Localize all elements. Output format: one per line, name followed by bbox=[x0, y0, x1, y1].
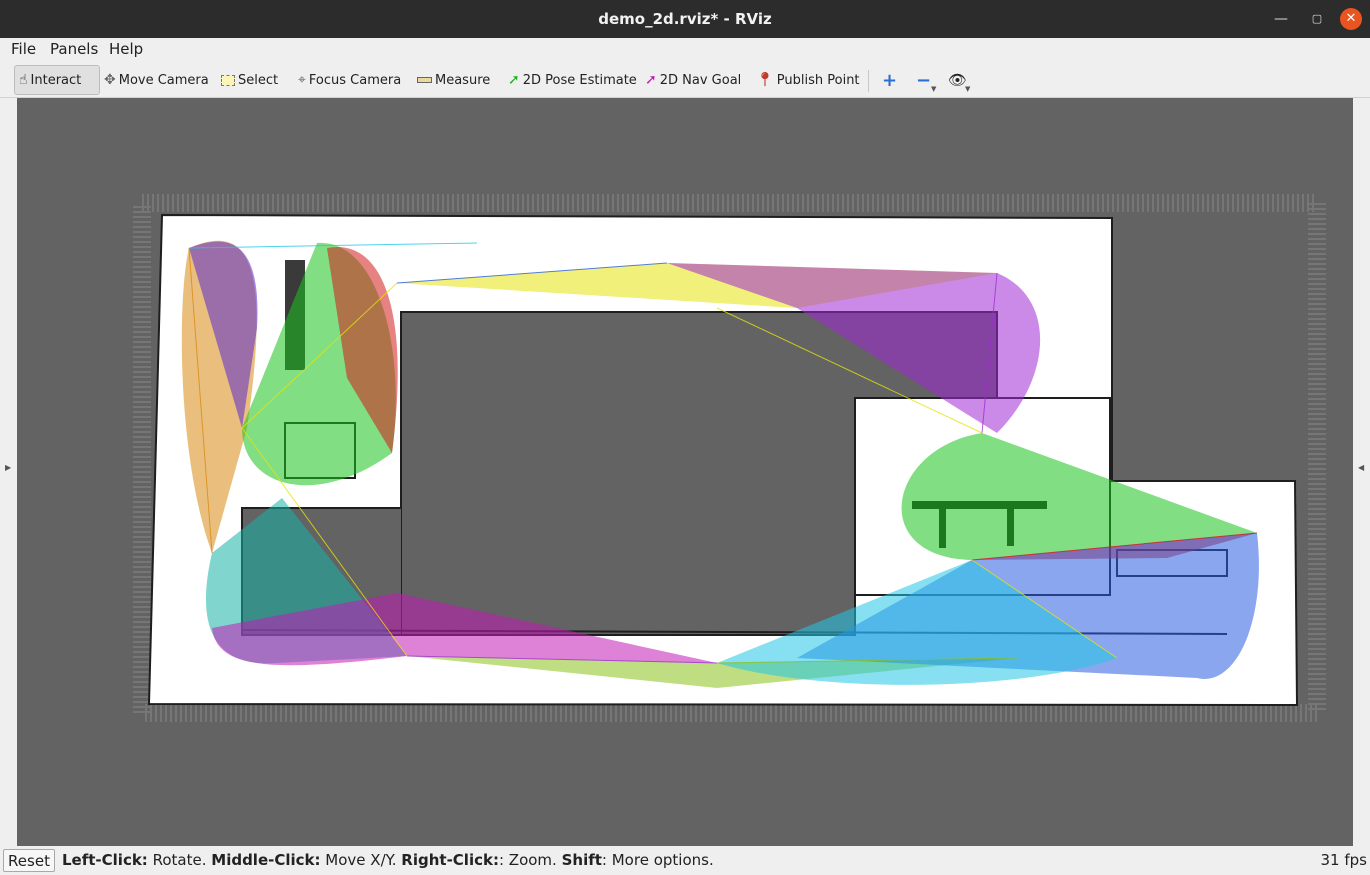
left-click-label: Left-Click: bbox=[62, 851, 148, 869]
magenta-arrow-icon: ➚ bbox=[645, 72, 657, 88]
add-icon: + bbox=[882, 69, 898, 91]
right-click-label: Right-Click: bbox=[401, 851, 499, 869]
focus-camera-tool-button[interactable]: ⌖ Focus Camera bbox=[294, 65, 405, 95]
select-label: Select bbox=[238, 72, 279, 88]
menu-bar: File Panels Help bbox=[0, 38, 1370, 62]
toolbar-separator bbox=[868, 70, 869, 92]
green-arrow-icon: ➚ bbox=[508, 72, 520, 88]
publish-point-tool-button[interactable]: 📍︎ Publish Point bbox=[752, 65, 864, 95]
maximize-button[interactable]: ▢ bbox=[1306, 8, 1328, 30]
right-click-text: : Zoom. bbox=[498, 851, 557, 869]
menu-panels[interactable]: Panels bbox=[50, 40, 98, 58]
left-dock-handle[interactable]: ▶ bbox=[0, 98, 17, 846]
pose-estimate-tool-button[interactable]: ➚ 2D Pose Estimate bbox=[504, 65, 641, 95]
status-hint: Left-Click: Rotate. Middle-Click: Move X… bbox=[62, 851, 714, 869]
red-pin-icon: 📍︎ bbox=[756, 72, 774, 88]
interact-tool-button[interactable]: ☝ Interact bbox=[14, 65, 100, 95]
measure-ruler-icon bbox=[417, 77, 432, 83]
move-camera-tool-button[interactable]: ✥ Move Camera bbox=[100, 65, 213, 95]
select-rect-icon bbox=[221, 74, 235, 86]
menu-help[interactable]: Help bbox=[109, 40, 143, 58]
focus-camera-icon: ⌖ bbox=[298, 72, 306, 88]
pose-estimate-label: 2D Pose Estimate bbox=[522, 72, 637, 88]
rviz-window: demo_2d.rviz* - RViz — ▢ ✕ File Panels H… bbox=[0, 0, 1370, 875]
shift-text: : More options. bbox=[601, 851, 714, 869]
nav-goal-tool-button[interactable]: ➚ 2D Nav Goal bbox=[641, 65, 745, 95]
move-camera-icon: ✥ bbox=[104, 72, 116, 88]
menu-file[interactable]: File bbox=[11, 40, 36, 58]
remove-icon: − bbox=[916, 69, 932, 91]
remove-tool-button[interactable]: − ▼ bbox=[912, 65, 937, 95]
interact-label: Interact bbox=[30, 72, 82, 88]
minimize-button[interactable]: — bbox=[1270, 8, 1292, 30]
focus-camera-label: Focus Camera bbox=[308, 72, 402, 88]
add-tool-button[interactable]: + bbox=[878, 65, 901, 95]
tools-toolbar: ☝ Interact ✥ Move Camera Select ⌖ Focus … bbox=[0, 62, 1370, 98]
title-bar: demo_2d.rviz* - RViz — ▢ ✕ bbox=[0, 0, 1370, 38]
fps-counter: 31 fps bbox=[1320, 851, 1367, 869]
measure-label: Measure bbox=[435, 72, 491, 88]
status-bar: Reset Left-Click: Rotate. Middle-Click: … bbox=[0, 846, 1370, 875]
chevron-down-icon: ▼ bbox=[965, 85, 971, 93]
close-button[interactable]: ✕ bbox=[1340, 8, 1362, 30]
select-tool-button[interactable]: Select bbox=[217, 65, 282, 95]
shift-label: Shift bbox=[561, 851, 602, 869]
middle-click-label: Middle-Click: bbox=[211, 851, 321, 869]
middle-click-text: Move X/Y. bbox=[325, 851, 397, 869]
hand-pointer-icon: ☝ bbox=[19, 72, 28, 88]
nav-goal-label: 2D Nav Goal bbox=[659, 72, 742, 88]
measure-tool-button[interactable]: Measure bbox=[413, 65, 494, 95]
right-dock-handle[interactable]: ◀ bbox=[1353, 98, 1370, 846]
left-click-text: Rotate. bbox=[152, 851, 207, 869]
window-title: demo_2d.rviz* - RViz bbox=[598, 10, 772, 28]
reset-button[interactable]: Reset bbox=[3, 849, 55, 872]
tool-properties-button[interactable]: 👁︎ ▼ bbox=[944, 65, 971, 95]
publish-point-label: Publish Point bbox=[776, 72, 860, 88]
chevron-down-icon: ▼ bbox=[931, 85, 937, 93]
move-camera-label: Move Camera bbox=[118, 72, 209, 88]
chevron-right-icon: ▶ bbox=[5, 463, 12, 472]
chevron-left-icon: ◀ bbox=[1358, 463, 1365, 472]
render-viewport[interactable] bbox=[17, 98, 1353, 846]
map-render bbox=[133, 194, 1326, 722]
